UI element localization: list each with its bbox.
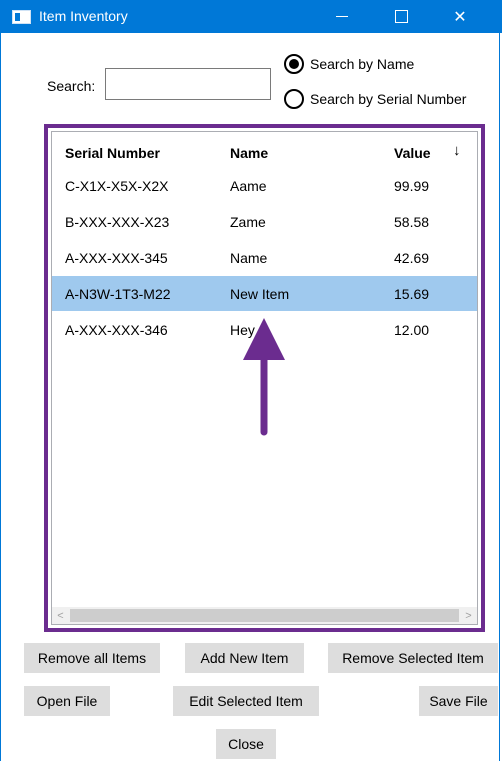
horizontal-scrollbar[interactable]: < > xyxy=(52,607,477,624)
highlight-frame: Serial Number Name Value ↓ C-X1X-X5X-X2X… xyxy=(44,124,485,632)
radio-label-serial: Search by Serial Number xyxy=(310,91,467,107)
search-label: Search: xyxy=(47,78,96,94)
remove-all-items-button[interactable]: Remove all Items xyxy=(24,643,160,673)
close-window-button[interactable]: ✕ xyxy=(438,0,482,33)
radio-label-name: Search by Name xyxy=(310,56,415,72)
maximize-button[interactable] xyxy=(379,0,423,33)
main-window: Item Inventory ✕ Search: Search by Name … xyxy=(0,0,502,761)
minimize-button[interactable] xyxy=(320,0,364,33)
row-value: 15.69 xyxy=(394,286,430,302)
row-name: Hey xyxy=(230,322,255,338)
remove-selected-item-button[interactable]: Remove Selected Item xyxy=(328,643,498,673)
search-input[interactable] xyxy=(105,68,271,100)
row-name: Aame xyxy=(230,178,267,194)
list-header: Serial Number Name Value ↓ xyxy=(52,132,477,168)
column-header-value[interactable]: Value xyxy=(394,145,431,161)
item-list[interactable]: Serial Number Name Value ↓ C-X1X-X5X-X2X… xyxy=(51,131,478,625)
table-row[interactable]: C-X1X-X5X-X2X Aame 99.99 xyxy=(52,168,477,203)
window-title: Item Inventory xyxy=(39,8,128,24)
radio-checked-icon xyxy=(284,54,304,74)
window-app-icon xyxy=(12,10,31,24)
row-serial: C-X1X-X5X-X2X xyxy=(65,178,169,194)
row-serial: A-XXX-XXX-346 xyxy=(65,322,168,338)
scroll-right-icon[interactable]: > xyxy=(460,607,477,624)
column-header-name[interactable]: Name xyxy=(230,145,268,161)
open-file-button[interactable]: Open File xyxy=(24,686,110,716)
radio-search-by-name[interactable]: Search by Name xyxy=(284,54,414,74)
row-name: Zame xyxy=(230,214,266,230)
radio-unchecked-icon xyxy=(284,89,304,109)
close-icon: ✕ xyxy=(453,8,467,26)
row-value: 99.99 xyxy=(394,178,430,194)
row-serial: A-N3W-1T3-M22 xyxy=(65,286,171,302)
arrow-down-icon: ↓ xyxy=(453,142,461,159)
table-row[interactable]: A-XXX-XXX-345 Name 42.69 xyxy=(52,240,477,275)
table-row[interactable]: B-XXX-XXX-X23 Zame 58.58 xyxy=(52,204,477,239)
row-serial: A-XXX-XXX-345 xyxy=(65,250,168,266)
row-serial: B-XXX-XXX-X23 xyxy=(65,214,170,230)
radio-search-by-serial[interactable]: Search by Serial Number xyxy=(284,89,466,109)
save-file-button[interactable]: Save File xyxy=(419,686,498,716)
edit-selected-item-button[interactable]: Edit Selected Item xyxy=(173,686,319,716)
add-new-item-button[interactable]: Add New Item xyxy=(185,643,304,673)
table-row-selected[interactable]: A-N3W-1T3-M22 New Item 15.69 xyxy=(52,276,477,311)
scroll-left-icon[interactable]: < xyxy=(52,607,69,624)
row-value: 58.58 xyxy=(394,214,430,230)
scroll-thumb[interactable] xyxy=(70,609,459,622)
table-row[interactable]: A-XXX-XXX-346 Hey 12.00 xyxy=(52,312,477,347)
close-button[interactable]: Close xyxy=(216,729,276,759)
row-value: 42.69 xyxy=(394,250,430,266)
title-bar[interactable]: Item Inventory ✕ xyxy=(1,0,502,33)
minimize-icon xyxy=(336,16,348,17)
row-value: 12.00 xyxy=(394,322,430,338)
row-name: Name xyxy=(230,250,268,266)
row-name: New Item xyxy=(230,286,290,302)
maximize-icon xyxy=(394,10,408,23)
column-header-serial[interactable]: Serial Number xyxy=(65,145,160,161)
